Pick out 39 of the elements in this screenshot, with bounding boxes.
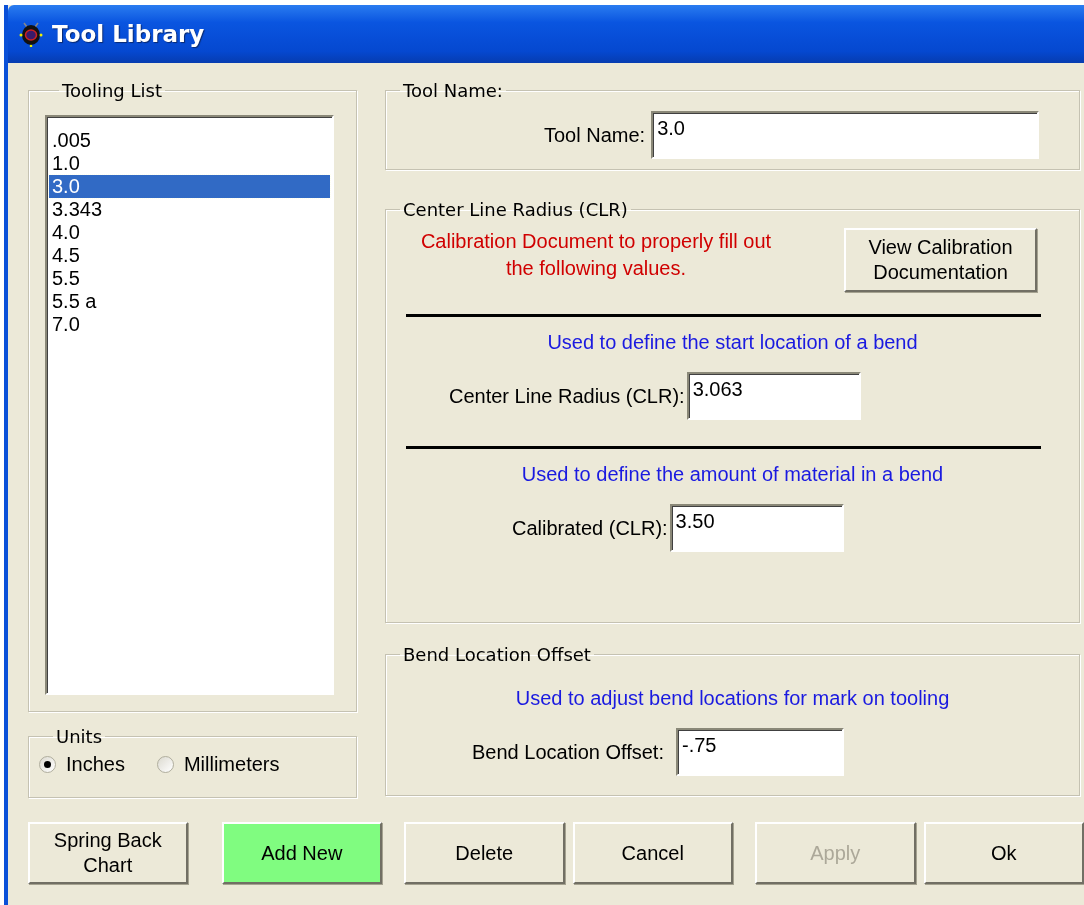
bug-icon <box>18 21 44 47</box>
dialog-button[interactable]: Cancel <box>572 822 733 884</box>
tooling-listbox[interactable]: .005 1.0 3.0 3.343 4.0 4.5 5.5 5.5 a 7.0 <box>45 115 334 695</box>
field-label: Calibrated (CLR): <box>512 516 668 540</box>
list-item[interactable]: 4.0 <box>49 221 330 244</box>
list-item[interactable]: 5.5 a <box>49 290 330 313</box>
dialog-button[interactable]: Delete <box>404 822 565 884</box>
list-item[interactable]: 3.343 <box>49 198 330 221</box>
dialog-button[interactable]: Add New <box>221 822 382 884</box>
group-label: Tool Name: <box>402 80 504 101</box>
list-item[interactable]: 4.5 <box>49 244 330 267</box>
field-label: Bend Location Offset: <box>472 740 664 764</box>
radio-button[interactable] <box>156 756 174 773</box>
group-label: Tooling List <box>61 80 163 101</box>
offset-field[interactable]: -.75 <box>676 728 844 776</box>
tool-name-field[interactable]: 3.0 <box>651 111 1040 159</box>
list-item[interactable]: .005 <box>49 129 330 152</box>
radio-button[interactable] <box>39 756 56 773</box>
warning-text: Calibration Document to properly fill out the following values. <box>419 229 773 281</box>
list-item[interactable]: 3.0 <box>49 175 330 198</box>
radio-label[interactable]: Millimeters <box>183 753 280 776</box>
list-item[interactable]: 1.0 <box>49 152 330 175</box>
view-calibration-button[interactable]: View Calibration Documentation <box>844 228 1037 292</box>
field-label: Tool Name: <box>544 123 646 147</box>
value-field[interactable]: 3.50 <box>669 504 844 552</box>
group-label: Units <box>55 726 104 747</box>
field-label: Center Line Radius (CLR): <box>449 384 685 408</box>
window-title: Tool Library <box>52 21 205 47</box>
hint-text: Used to define the start location of a bend <box>546 331 919 354</box>
list-item[interactable]: 7.0 <box>49 313 330 336</box>
list-item[interactable]: 5.5 <box>49 267 330 290</box>
dialog-button[interactable]: Spring Back Chart <box>28 822 188 884</box>
dialog-button[interactable]: Ok <box>923 822 1084 884</box>
hint-text: Used to adjust bend locations for mark on tooling <box>514 687 951 710</box>
group-label: Bend Location Offset <box>402 644 592 665</box>
radio-label[interactable]: Inches <box>66 753 125 776</box>
group-label: Center Line Radius (CLR) <box>402 199 629 220</box>
hint-text: Used to define the amount of material in a bend <box>520 463 945 486</box>
value-field[interactable]: 3.063 <box>686 372 861 420</box>
